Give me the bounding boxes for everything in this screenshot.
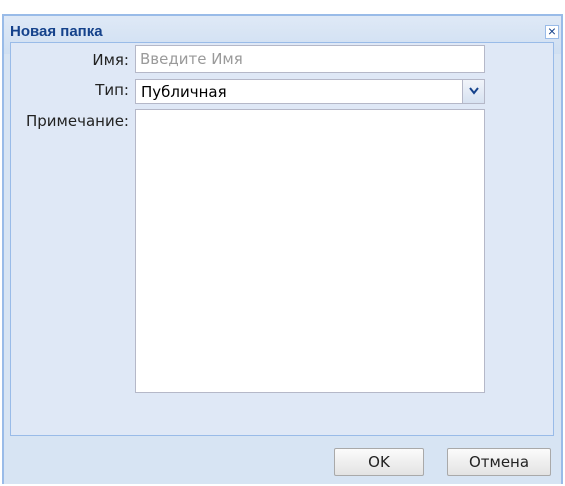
name-input[interactable] [135, 45, 485, 73]
new-folder-dialog: Новая папка × Имя: Тип: Публичная Примеч… [2, 14, 563, 484]
type-select-value: Публичная [141, 83, 227, 101]
form-panel: Имя: Тип: Публичная Примечание: [10, 42, 554, 436]
type-label: Тип: [95, 81, 129, 99]
close-icon[interactable]: × [545, 24, 559, 39]
dialog-footer: OK Отмена [4, 436, 561, 486]
dialog-title: Новая папка [10, 23, 103, 40]
note-textarea[interactable] [135, 109, 485, 393]
chevron-down-icon[interactable] [462, 80, 484, 103]
cancel-button[interactable]: Отмена [447, 448, 551, 476]
note-label: Примечание: [26, 112, 129, 130]
type-select[interactable]: Публичная [135, 79, 485, 104]
name-label: Имя: [92, 51, 129, 69]
ok-button[interactable]: OK [334, 448, 424, 476]
background-strip [0, 0, 565, 14]
